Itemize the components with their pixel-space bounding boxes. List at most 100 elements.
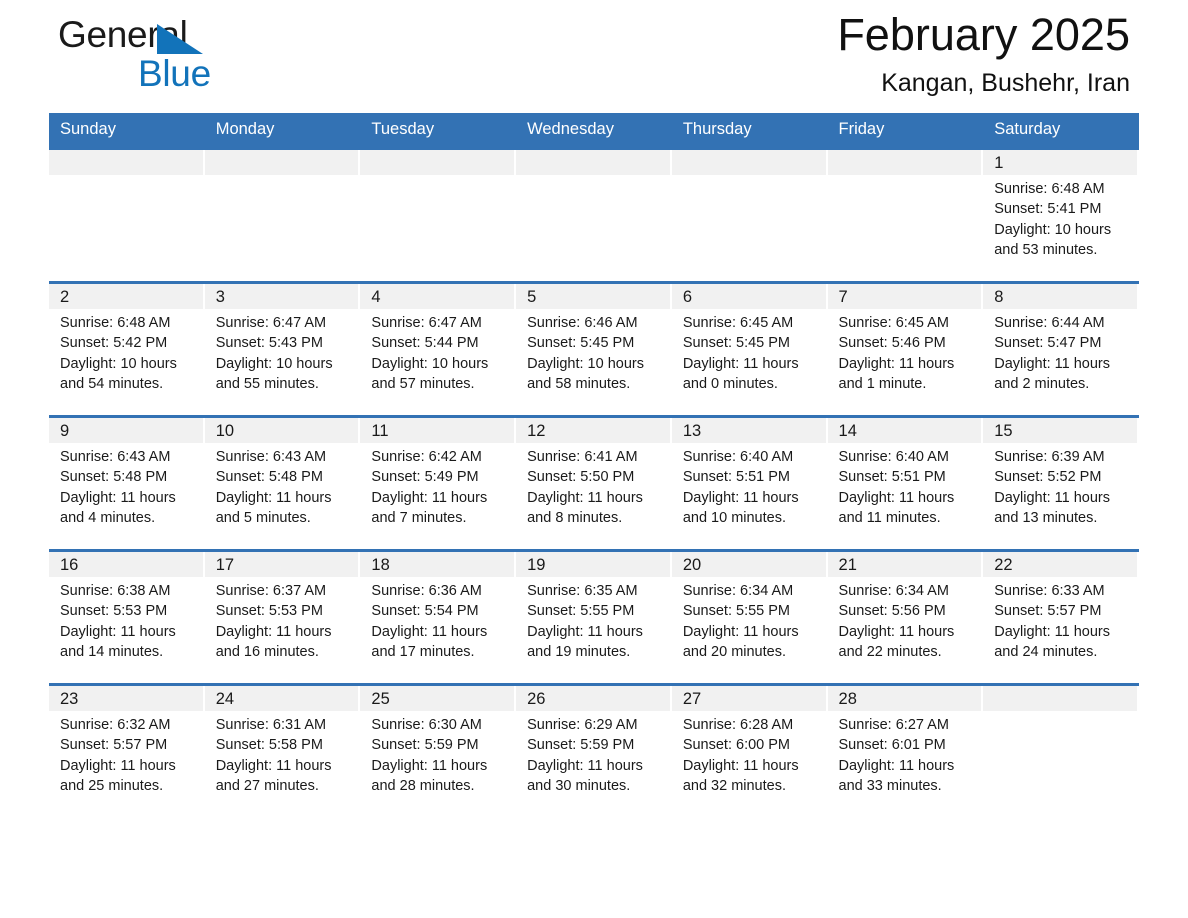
day-number: 10 (204, 418, 359, 443)
sunset-text: Sunset: 5:44 PM (371, 335, 479, 352)
sunset-text: Sunset: 5:57 PM (994, 603, 1102, 620)
calendar-day-cell[interactable]: 9 Sunrise: 6:43 AM Sunset: 5:48 PM Daylight… (49, 415, 205, 551)
daylight-text: Daylight: 11 hours and 4 minutes. (60, 489, 176, 526)
calendar-day-cell[interactable]: 19 Sunrise: 6:35 AM Sunset: 5:55 PM Dayligh… (516, 549, 672, 685)
sunrise-text: Sunrise: 6:40 AM (838, 449, 949, 465)
calendar-day-cell[interactable]: 4 Sunrise: 6:47 AM Sunset: 5:44 PM Daylight… (360, 281, 517, 417)
calendar-day-cell[interactable]: 10 Sunrise: 6:43 AM Sunset: 5:48 PM Dayligh… (204, 415, 361, 551)
calendar-day-cell[interactable]: 6 Sunrise: 6:45 AM Sunset: 5:45 PM Daylight… (671, 281, 828, 417)
calendar-day-cell[interactable]: 27 Sunrise: 6:28 AM Sunset: 6:00 PM Dayligh… (671, 683, 828, 817)
calendar-day-cell[interactable]: 18 Sunrise: 6:36 AM Sunset: 5:54 PM Dayligh… (360, 549, 517, 685)
calendar-day-cell[interactable]: 7 Sunrise: 6:45 AM Sunset: 5:46 PM Daylight… (827, 281, 984, 417)
day-cell-details: Sunrise: 6:34 AM Sunset: 5:56 PM Daylight:… (828, 577, 984, 662)
day-cell-inner: 11 Sunrise: 6:42 AM Sunset: 5:49 PM Dayligh… (360, 418, 516, 549)
day-cell-inner: 14 Sunrise: 6:40 AM Sunset: 5:51 PM Dayligh… (827, 418, 984, 549)
calendar-day-cell[interactable]: 2 Sunrise: 6:48 AM Sunset: 5:42 PM Daylight… (49, 281, 205, 417)
sunset-text: Sunset: 5:51 PM (838, 469, 946, 486)
calendar-day-cell[interactable]: 16 Sunrise: 6:38 AM Sunset: 5:53 PM Dayligh… (49, 549, 205, 685)
calendar-day-cell[interactable]: 13 Sunrise: 6:40 AM Sunset: 5:51 PM Dayligh… (671, 415, 828, 551)
calendar-day-cell[interactable]: 20 Sunrise: 6:34 AM Sunset: 5:55 PM Dayligh… (671, 549, 828, 685)
day-cell-details: Sunrise: 6:34 AM Sunset: 5:55 PM Daylight:… (672, 577, 828, 662)
day-cell-inner: 20 Sunrise: 6:34 AM Sunset: 5:55 PM Dayligh… (671, 552, 828, 683)
day-cell-inner: 28 Sunrise: 6:27 AM Sunset: 6:01 PM Dayligh… (827, 686, 984, 817)
calendar-day-cell[interactable]: 17 Sunrise: 6:37 AM Sunset: 5:53 PM Dayligh… (204, 549, 361, 685)
day-number: 24 (204, 686, 359, 711)
day-cell-details: Sunrise: 6:44 AM Sunset: 5:47 PM Daylight:… (983, 309, 1139, 394)
day-number: 14 (827, 418, 982, 443)
day-cell-details: Sunrise: 6:46 AM Sunset: 5:45 PM Daylight:… (516, 309, 672, 394)
calendar-day-cell[interactable]: 28 Sunrise: 6:27 AM Sunset: 6:01 PM Dayligh… (827, 683, 984, 817)
day-cell-inner: 13 Sunrise: 6:40 AM Sunset: 5:51 PM Dayligh… (671, 418, 828, 549)
calendar-day-cell-empty (827, 147, 984, 283)
page-title: February 2025 (837, 9, 1130, 60)
sunrise-text: Sunrise: 6:40 AM (682, 449, 794, 465)
calendar-day-cell[interactable]: 12 Sunrise: 6:41 AM Sunset: 5:50 PM Dayligh… (516, 415, 672, 551)
day-cell-details: Sunrise: 6:33 AM Sunset: 5:57 PM Daylight:… (983, 577, 1139, 662)
sunset-text: Sunset: 5:59 PM (371, 737, 479, 754)
day-cell-inner: 2 Sunrise: 6:48 AM Sunset: 5:42 PM Daylight… (49, 284, 205, 415)
daylight-text: Daylight: 10 hours and 54 minutes. (60, 355, 177, 392)
calendar-day-cell-empty (360, 147, 517, 283)
calendar-day-cell[interactable]: 5 Sunrise: 6:46 AM Sunset: 5:45 PM Daylight… (516, 281, 672, 417)
sunrise-text: Sunrise: 6:48 AM (994, 181, 1105, 197)
daylight-text: Daylight: 11 hours and 22 minutes. (838, 623, 955, 660)
day-number (671, 150, 826, 175)
day-cell-inner (204, 150, 361, 281)
day-number: 12 (516, 418, 670, 443)
sunrise-text: Sunrise: 6:35 AM (527, 583, 638, 599)
sunrise-text: Sunrise: 6:38 AM (60, 583, 171, 599)
daylight-text: Daylight: 11 hours and 28 minutes. (371, 757, 488, 794)
calendar-day-cell[interactable]: 11 Sunrise: 6:42 AM Sunset: 5:49 PM Dayligh… (360, 415, 517, 551)
daylight-text: Daylight: 11 hours and 24 minutes. (994, 623, 1111, 660)
sunset-text: Sunset: 5:54 PM (371, 603, 479, 620)
sunset-text: Sunset: 5:55 PM (682, 603, 791, 620)
calendar-day-cell[interactable]: 25 Sunrise: 6:30 AM Sunset: 5:59 PM Dayligh… (360, 683, 517, 817)
daylight-text: Daylight: 10 hours and 57 minutes. (371, 355, 489, 392)
day-cell-inner: 21 Sunrise: 6:34 AM Sunset: 5:56 PM Dayligh… (827, 552, 984, 683)
weekday-header-wednesday: Wednesday (516, 113, 672, 149)
day-cell-inner: 18 Sunrise: 6:36 AM Sunset: 5:54 PM Dayligh… (360, 552, 516, 683)
sunset-text: Sunset: 5:42 PM (60, 335, 168, 352)
weekday-header-saturday: Saturday (983, 113, 1139, 149)
calendar-day-cell[interactable]: 15 Sunrise: 6:39 AM Sunset: 5:52 PM Dayligh… (983, 415, 1139, 551)
calendar-day-cell[interactable]: 24 Sunrise: 6:31 AM Sunset: 5:58 PM Dayligh… (204, 683, 361, 817)
calendar-week-row: 2 Sunrise: 6:48 AM Sunset: 5:42 PM Daylight… (49, 281, 1139, 417)
calendar-day-cell[interactable]: 3 Sunrise: 6:47 AM Sunset: 5:43 PM Daylight… (204, 281, 361, 417)
day-number: 9 (49, 418, 203, 443)
sunrise-text: Sunrise: 6:28 AM (682, 717, 794, 733)
day-cell-details: Sunrise: 6:45 AM Sunset: 5:45 PM Daylight:… (672, 309, 828, 394)
calendar-day-cell[interactable]: 23 Sunrise: 6:32 AM Sunset: 5:57 PM Dayligh… (49, 683, 205, 817)
sunrise-text: Sunrise: 6:33 AM (994, 583, 1105, 599)
day-number: 28 (827, 686, 982, 711)
day-cell-inner (49, 150, 205, 281)
day-cell-details: Sunrise: 6:35 AM Sunset: 5:55 PM Daylight:… (516, 577, 672, 662)
calendar-body: 1 Sunrise: 6:48 AM Sunset: 5:41 PM Daylight… (49, 147, 1139, 817)
sunset-text: Sunset: 5:52 PM (994, 469, 1102, 486)
day-cell-details: Sunrise: 6:29 AM Sunset: 5:59 PM Daylight:… (516, 711, 672, 796)
weekday-header-row: Sunday Monday Tuesday Wednesday Thursday… (49, 113, 1139, 149)
sunrise-text: Sunrise: 6:44 AM (994, 315, 1105, 331)
day-cell-details: Sunrise: 6:41 AM Sunset: 5:50 PM Daylight:… (516, 443, 672, 528)
sunrise-text: Sunrise: 6:34 AM (838, 583, 949, 599)
day-number: 8 (983, 284, 1137, 309)
day-cell-details: Sunrise: 6:32 AM Sunset: 5:57 PM Daylight:… (49, 711, 205, 796)
day-cell-inner: 17 Sunrise: 6:37 AM Sunset: 5:53 PM Dayligh… (204, 552, 361, 683)
day-cell-details: Sunrise: 6:45 AM Sunset: 5:46 PM Daylight:… (828, 309, 984, 394)
sunset-text: Sunset: 5:46 PM (838, 335, 946, 352)
day-number: 20 (671, 552, 826, 577)
day-number: 7 (827, 284, 982, 309)
sunrise-text: Sunrise: 6:45 AM (838, 315, 949, 331)
calendar-day-cell[interactable]: 22 Sunrise: 6:33 AM Sunset: 5:57 PM Dayligh… (983, 549, 1139, 685)
daylight-text: Daylight: 11 hours and 16 minutes. (215, 623, 332, 660)
day-cell-inner: 19 Sunrise: 6:35 AM Sunset: 5:55 PM Dayligh… (516, 552, 672, 683)
calendar-day-cell[interactable]: 1 Sunrise: 6:48 AM Sunset: 5:41 PM Daylight… (983, 147, 1139, 283)
calendar-day-cell[interactable]: 8 Sunrise: 6:44 AM Sunset: 5:47 PM Daylight… (983, 281, 1139, 417)
day-cell-inner (671, 150, 828, 281)
day-cell-inner: 4 Sunrise: 6:47 AM Sunset: 5:44 PM Daylight… (360, 284, 516, 415)
calendar-day-cell[interactable]: 14 Sunrise: 6:40 AM Sunset: 5:51 PM Dayligh… (827, 415, 984, 551)
daylight-text: Daylight: 11 hours and 10 minutes. (682, 489, 799, 526)
weekday-header-friday: Friday (827, 113, 984, 149)
calendar-day-cell[interactable]: 26 Sunrise: 6:29 AM Sunset: 5:59 PM Dayligh… (516, 683, 672, 817)
calendar-day-cell[interactable]: 21 Sunrise: 6:34 AM Sunset: 5:56 PM Dayligh… (827, 549, 984, 685)
day-cell-inner: 22 Sunrise: 6:33 AM Sunset: 5:57 PM Dayligh… (983, 552, 1139, 683)
